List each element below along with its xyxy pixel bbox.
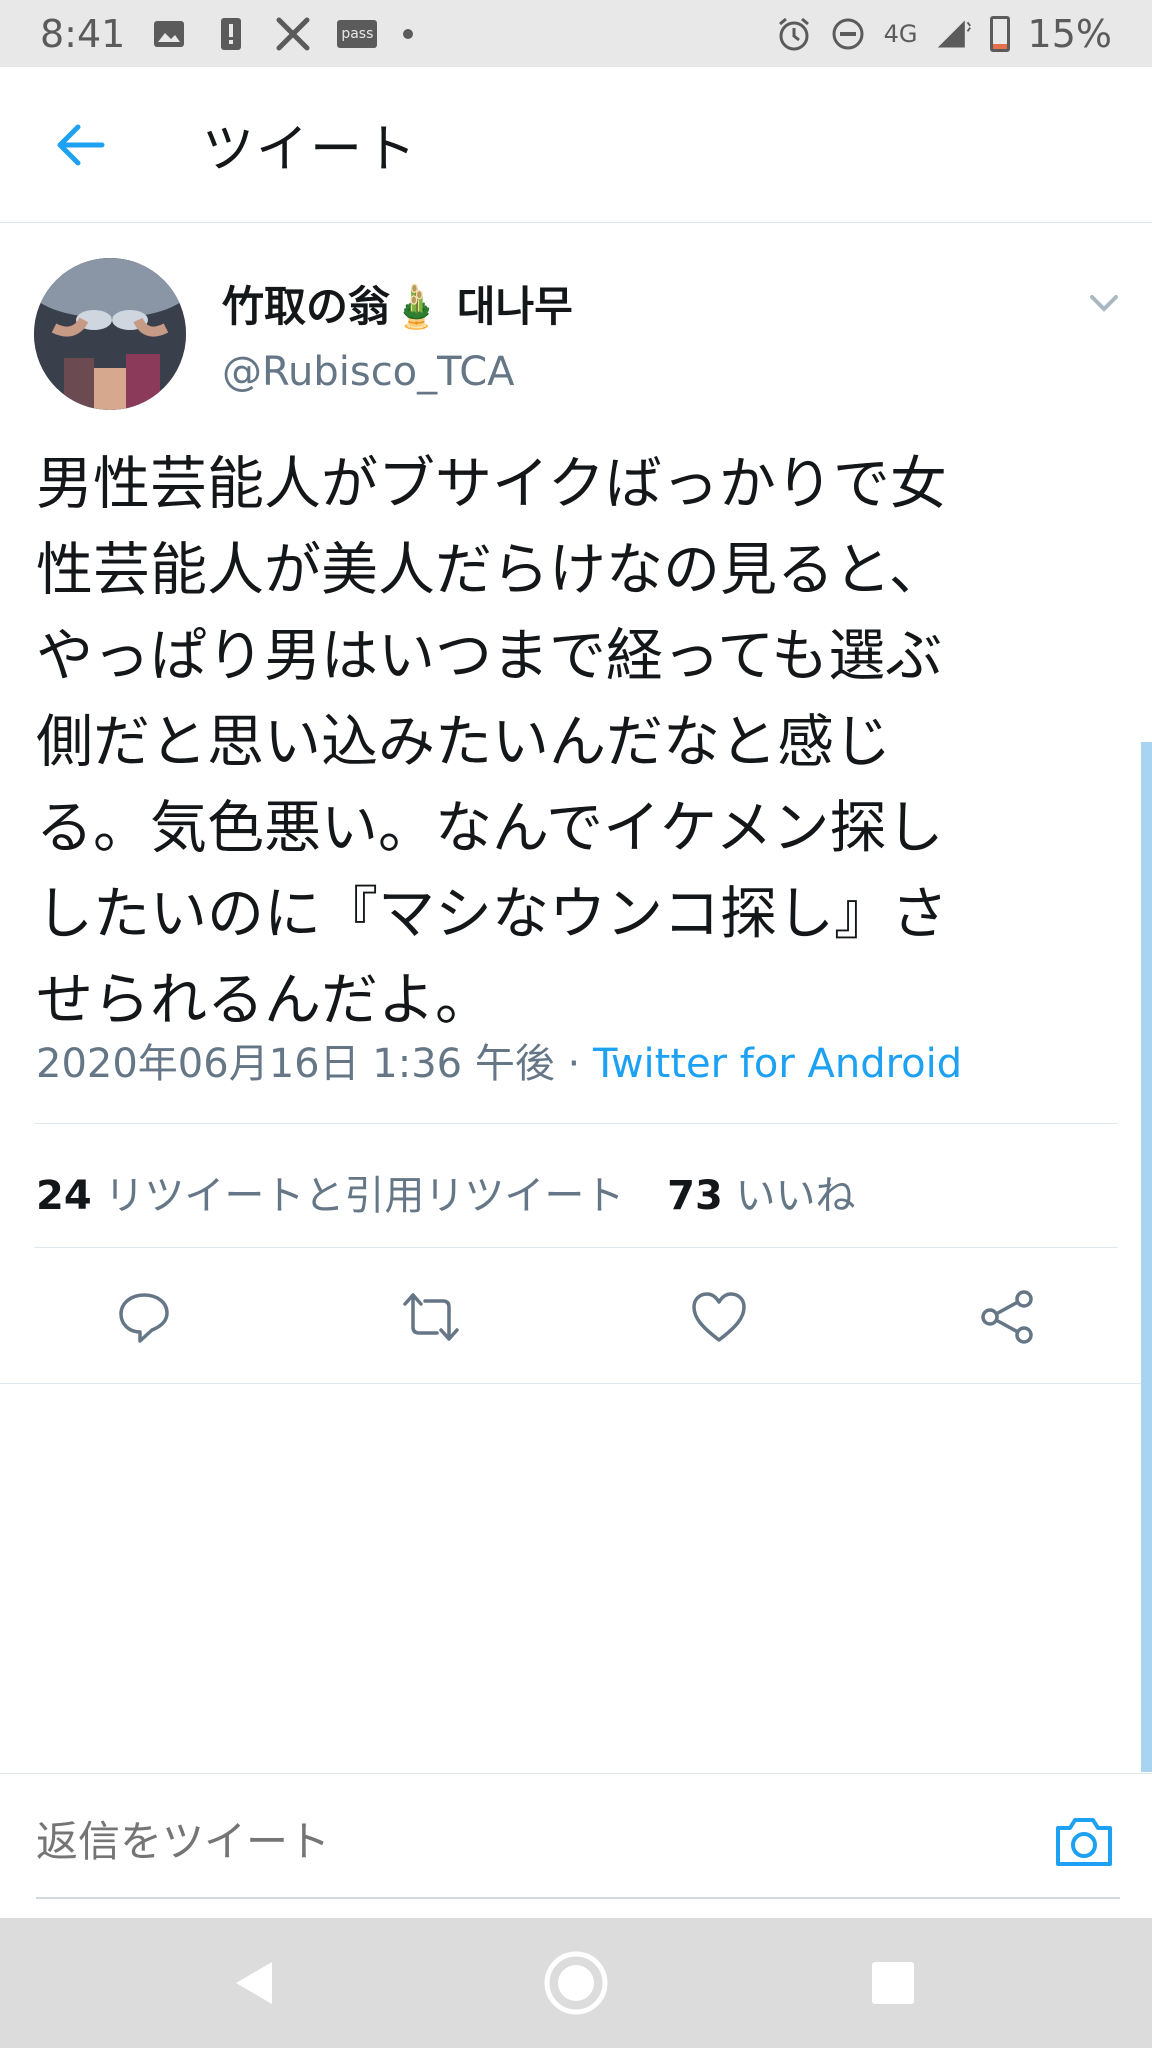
square-recents-icon [872,1962,914,2004]
chevron-down-icon [1090,295,1118,312]
alarm-icon [776,16,812,52]
tweet-text: 男性芸能人がブサイクばっかりで女 性芸能人が美人だらけなの見ると、 やっぱり男は… [36,451,948,1033]
do-not-disturb-icon [830,16,866,52]
arrow-left-icon [57,124,105,165]
image-icon [151,16,187,52]
retweet-button[interactable] [398,1284,464,1350]
retweet-label: リツイートと引用リツイート [104,1173,625,1219]
status-time: 8:41 [40,11,126,56]
tweet-source-link[interactable]: Twitter for Android [593,1041,962,1087]
android-nav-bar [0,1918,1152,2048]
reply-button[interactable] [111,1284,177,1350]
like-count: 73 [667,1173,723,1219]
like-button[interactable] [686,1284,752,1350]
nav-home-button[interactable] [541,1948,611,2018]
pass-icon: pass [337,19,378,48]
retweet-stat[interactable]: 24 リツイートと引用リツイート [36,1173,624,1219]
share-button[interactable] [974,1284,1040,1350]
battery-percent: 15% [1027,11,1112,56]
divider [34,1247,1118,1248]
battery-icon [989,15,1010,52]
reply-underline [36,1897,1120,1899]
signal-icon [936,16,972,52]
author-handle[interactable]: @Rubisco_TCA [222,349,515,395]
status-bar: 8:41 pass 4G 15% [0,0,1152,67]
divider [0,1383,1152,1384]
alert-icon [213,16,249,52]
back-button[interactable] [40,105,120,185]
reply-bar [0,1773,1152,1913]
game-icon [275,16,311,52]
tweet-actions [0,1262,1152,1372]
retweet-icon [403,1293,459,1341]
nav-recents-button[interactable] [858,1948,928,2018]
like-label: いいね [735,1173,856,1219]
tweet-meta: 2020年06月16日 1:36 午後 · Twitter for Androi… [36,1031,962,1089]
nav-back-button[interactable] [220,1948,290,2018]
heart-icon [692,1292,746,1342]
triangle-back-icon [236,1962,272,2004]
author-name[interactable]: 竹取の翁🎍 대나무 [222,273,573,334]
camera-icon [1056,1818,1112,1866]
tweet-timestamp: 2020年06月16日 1:36 午後 · [36,1041,593,1087]
app-header: ツイート [0,67,1152,223]
tweet-stats: 24 リツイートと引用リツイート 73 いいね [36,1163,856,1221]
page-title: ツイート [202,120,419,180]
scrollbar[interactable] [1141,742,1152,1772]
share-icon [981,1290,1033,1344]
avatar[interactable] [34,258,186,410]
like-stat[interactable]: 73 いいね [667,1173,855,1219]
reply-icon [119,1293,169,1343]
circle-home-icon [544,1951,608,2015]
retweet-count: 24 [36,1173,92,1219]
battery-fill [992,44,1007,49]
dot-icon [403,28,414,39]
camera-button[interactable] [1052,1810,1116,1874]
network-type: 4G [883,19,918,48]
more-options-button[interactable] [1082,281,1126,325]
divider [34,1123,1118,1124]
reply-input[interactable] [36,1818,936,1866]
